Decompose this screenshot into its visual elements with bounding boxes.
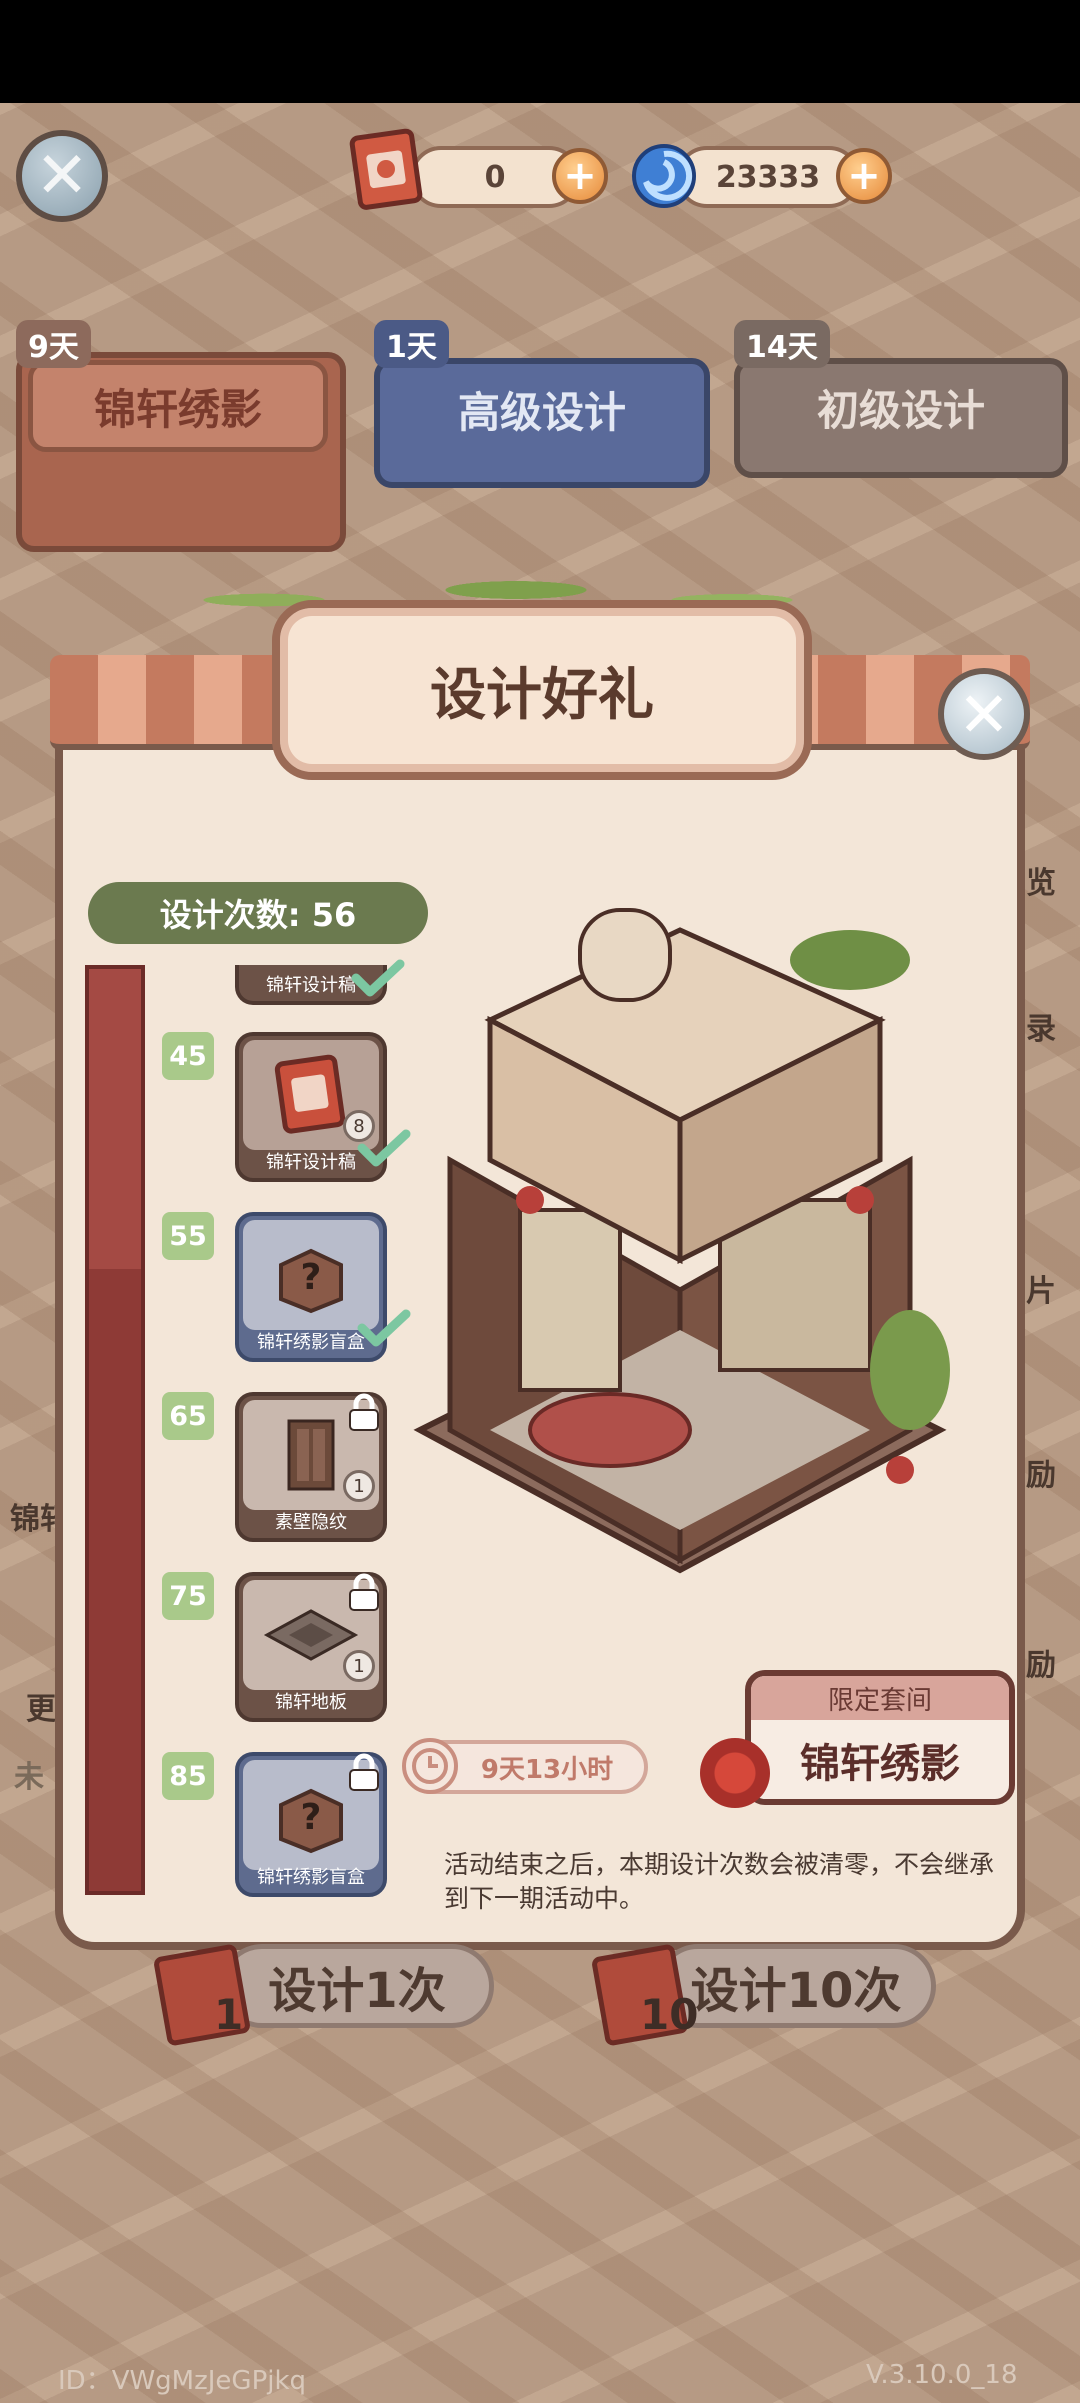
reward-name: 锦轩绣影盲盒 <box>257 1867 365 1888</box>
tab-label: 锦轩绣影 <box>93 384 262 434</box>
side-label-left: 未 <box>14 1760 44 1795</box>
swirl-gem-icon <box>628 140 700 212</box>
reward-name: 素壁隐纹 <box>275 1512 347 1533</box>
player-id: ID：VWgMzJeGPjkq <box>58 2366 307 2396</box>
progress-fill <box>89 969 141 1269</box>
gem-add-button[interactable]: + <box>836 148 892 204</box>
milestone-badge: 55 <box>162 1212 214 1260</box>
notice-text: 活动结束之后，本期设计次数会被清零，不会继承到下一期活动中。 <box>444 1850 995 1913</box>
status-bar <box>0 0 1080 103</box>
tab-label: 初级设计 <box>816 385 985 435</box>
limited-name: 锦轩绣影 <box>800 1741 960 1787</box>
tab-days-badge: 14天 <box>734 320 830 368</box>
gem-value: 23333 <box>715 159 821 195</box>
limited-suite-box[interactable]: 限定套间 锦轩绣影 <box>745 1670 1015 1805</box>
design-once-button[interactable]: 设计1次 <box>220 1944 494 2028</box>
tab-days-badge: 9天 <box>16 320 91 368</box>
milestone-badge: 85 <box>162 1752 214 1800</box>
tab-jinxuan[interactable]: 锦轩绣影 <box>28 360 328 452</box>
reward-name: 锦轩地板 <box>275 1692 347 1713</box>
design-ticket-icon <box>348 124 428 214</box>
design-ten-cost: 10 <box>640 1990 699 2039</box>
milestone-badge: 65 <box>162 1392 214 1440</box>
tab-days-badge: 1天 <box>374 320 449 368</box>
reward-count: 1 <box>343 1470 375 1502</box>
room-illustration <box>380 870 980 1670</box>
svg-text:?: ? <box>301 1797 322 1838</box>
progress-track[interactable] <box>85 965 145 1895</box>
side-label-right: 录 <box>1026 1012 1056 1047</box>
ticket-value: 0 <box>484 159 506 195</box>
timer-text: 9天13小时 <box>480 1754 614 1785</box>
reward-count: 1 <box>343 1650 375 1682</box>
side-label-right: 励 <box>1026 1458 1056 1493</box>
close-icon[interactable]: ✕ <box>16 130 108 222</box>
svg-text:?: ? <box>301 1257 322 1298</box>
modal-title-plaque: 设计好礼 <box>272 600 812 780</box>
ticket-add-button[interactable]: + <box>552 148 608 204</box>
limited-header: 限定套间 <box>751 1676 1009 1720</box>
side-label-right: 片 <box>1026 1274 1056 1309</box>
modal-close-icon[interactable]: ✕ <box>938 668 1030 760</box>
design-once-cost: 1 <box>214 1990 244 2039</box>
modal-title: 设计好礼 <box>430 662 654 728</box>
version-label: V.3.10.0_18 <box>866 2360 1018 2390</box>
tab-advanced-design[interactable]: 高级设计 <box>374 358 710 488</box>
countdown-timer: 9天13小时 <box>402 1738 648 1794</box>
design-count-pill: 设计次数: 56 <box>88 882 428 944</box>
tab-basic-design[interactable]: 初级设计 <box>734 358 1068 478</box>
rose-icon <box>700 1738 770 1808</box>
side-label-right: 览 <box>1026 866 1056 901</box>
milestone-badge: 45 <box>162 1032 214 1080</box>
gem-counter: 23333 <box>676 146 860 208</box>
lock-icon <box>344 1572 384 1612</box>
side-label-left: 更 <box>26 1692 56 1727</box>
tab-label: 高级设计 <box>457 387 626 437</box>
milestone-badge: 75 <box>162 1572 214 1620</box>
clock-icon <box>402 1738 458 1794</box>
side-label-right: 励 <box>1026 1648 1056 1683</box>
lock-icon <box>344 1392 384 1432</box>
lock-icon <box>344 1752 384 1792</box>
